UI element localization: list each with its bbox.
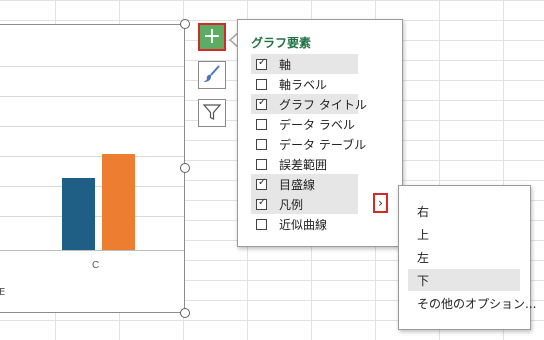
resize-handle-right[interactable] bbox=[180, 163, 190, 173]
checkbox[interactable] bbox=[256, 218, 267, 230]
panel-title: グラフ要素 bbox=[251, 36, 312, 50]
plus-icon: + bbox=[202, 24, 222, 49]
legend-position-item[interactable]: 下 bbox=[408, 269, 520, 291]
legend-position-item[interactable]: 左 bbox=[408, 246, 520, 268]
option-label: データ ラベル bbox=[279, 117, 355, 132]
legend-position-item[interactable]: 右 bbox=[408, 200, 520, 222]
resize-handle-bottom-right[interactable] bbox=[180, 308, 190, 318]
option-label: 目盛線 bbox=[279, 177, 316, 192]
chart-element-option[interactable]: 誤差範囲 bbox=[251, 154, 358, 174]
option-label: 軸ラベル bbox=[279, 77, 328, 92]
option-label: 誤差範囲 bbox=[279, 157, 328, 172]
chart-area[interactable]: C E bbox=[0, 24, 185, 313]
resize-handle-top-right[interactable] bbox=[180, 19, 190, 29]
option-label: データ テーブル bbox=[279, 137, 367, 152]
chart-element-option[interactable]: 軸ラベル bbox=[251, 74, 358, 94]
option-label: 近似曲線 bbox=[279, 217, 328, 232]
chart-gridline bbox=[0, 156, 184, 157]
category-label: C bbox=[92, 260, 100, 271]
chevron-right-icon: › bbox=[378, 196, 383, 210]
legend-position-item[interactable]: 上 bbox=[408, 223, 520, 245]
checkbox[interactable] bbox=[256, 118, 267, 130]
option-label: 軸 bbox=[279, 57, 292, 72]
checkbox[interactable]: ✓ bbox=[256, 196, 267, 210]
chart-elements-button[interactable]: + bbox=[198, 23, 226, 51]
chart-styles-button[interactable] bbox=[198, 61, 226, 89]
chart-axis-line bbox=[0, 250, 184, 251]
legend-expand-arrow-button[interactable]: › bbox=[373, 193, 388, 213]
checkbox[interactable]: ✓ bbox=[256, 176, 267, 190]
checkbox[interactable] bbox=[256, 78, 267, 90]
chart-element-option[interactable]: ✓ 軸 bbox=[251, 54, 358, 74]
checkmark-icon: ✓ bbox=[258, 176, 267, 188]
chart-bar-series2[interactable] bbox=[102, 154, 135, 250]
checkbox[interactable]: ✓ bbox=[256, 56, 267, 70]
chart-bar-series1[interactable] bbox=[62, 178, 95, 250]
chart-gridline bbox=[0, 126, 184, 127]
chart-element-option[interactable]: ✓ 目盛線 bbox=[251, 174, 358, 194]
chart-element-option[interactable]: ✓ 凡例 bbox=[251, 194, 358, 214]
chart-filters-button[interactable] bbox=[198, 99, 226, 127]
chart-element-option[interactable]: 近似曲線 bbox=[251, 214, 358, 234]
chart-element-option[interactable]: データ ラベル bbox=[251, 114, 358, 134]
checkbox[interactable]: ✓ bbox=[256, 96, 267, 110]
checkbox[interactable] bbox=[256, 158, 267, 170]
chart-element-option[interactable]: データ テーブル bbox=[251, 134, 366, 154]
checkbox[interactable] bbox=[256, 138, 267, 150]
legend-position-item[interactable]: その他のオプション... bbox=[408, 292, 536, 314]
chart-gridline bbox=[0, 96, 184, 97]
checkmark-icon: ✓ bbox=[258, 96, 267, 108]
checkmark-icon: ✓ bbox=[258, 196, 267, 208]
option-label: 凡例 bbox=[279, 197, 304, 212]
paintbrush-icon bbox=[202, 64, 222, 87]
chart-gridline bbox=[0, 66, 184, 67]
option-label: グラフ タイトル bbox=[279, 97, 367, 112]
legend-position-submenu: 右上左下その他のオプション... bbox=[398, 185, 536, 330]
chart-element-option[interactable]: ✓ グラフ タイトル bbox=[251, 94, 367, 114]
checkmark-icon: ✓ bbox=[258, 56, 267, 68]
legend-fragment: E bbox=[0, 287, 6, 298]
funnel-icon bbox=[202, 102, 222, 125]
